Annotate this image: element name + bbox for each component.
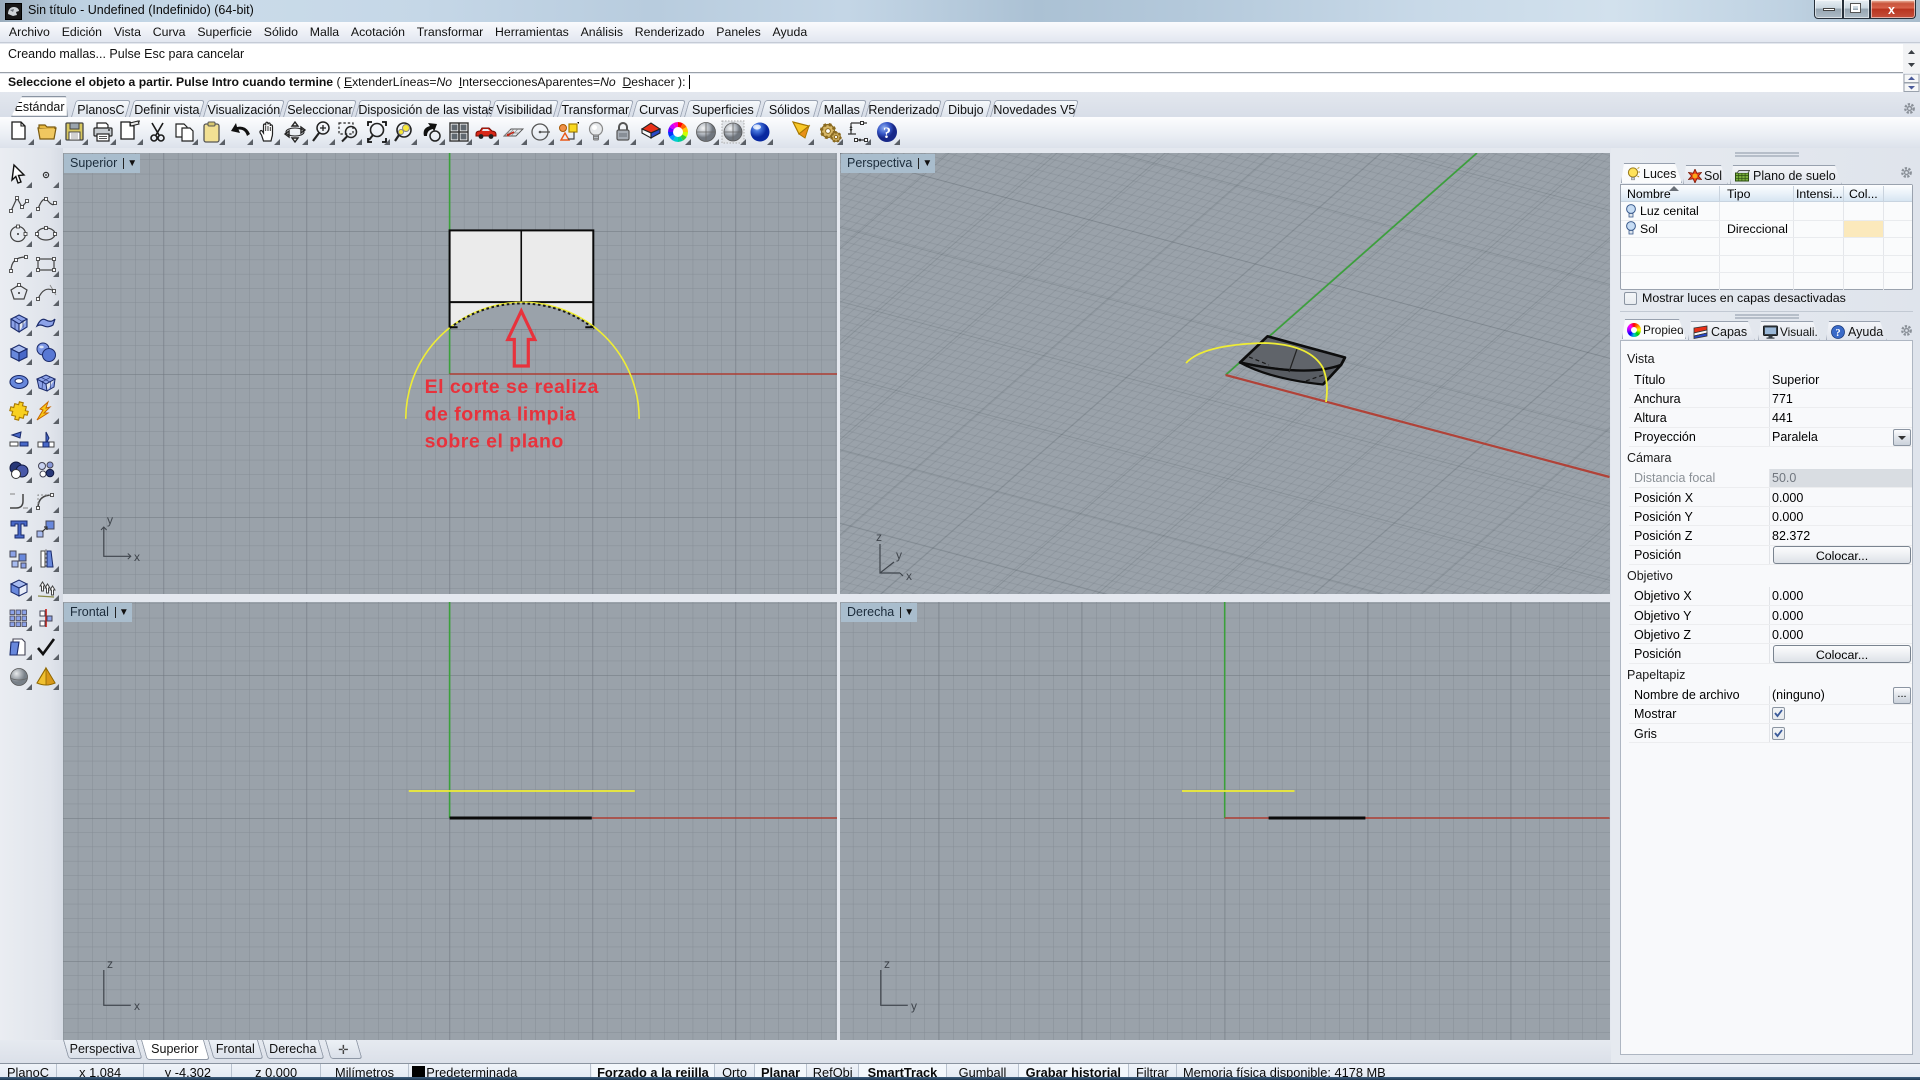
svg-text:El corte se realiza: El corte se realiza — [425, 376, 599, 398]
svg-text:sobre el plano: sobre el plano — [425, 431, 564, 453]
svg-text:z: z — [107, 957, 113, 971]
svg-text:?: ? — [883, 125, 891, 142]
svg-text:y: y — [911, 999, 917, 1013]
svg-text:y: y — [107, 513, 113, 527]
svg-text:?: ? — [1835, 328, 1840, 339]
svg-text:z: z — [884, 957, 890, 971]
svg-text:x: x — [906, 569, 912, 583]
svg-text:x: x — [134, 550, 140, 564]
svg-text:z: z — [876, 530, 882, 544]
svg-text:x: x — [134, 999, 140, 1013]
svg-text:y: y — [896, 548, 902, 562]
svg-text:de forma limpia: de forma limpia — [425, 404, 577, 426]
